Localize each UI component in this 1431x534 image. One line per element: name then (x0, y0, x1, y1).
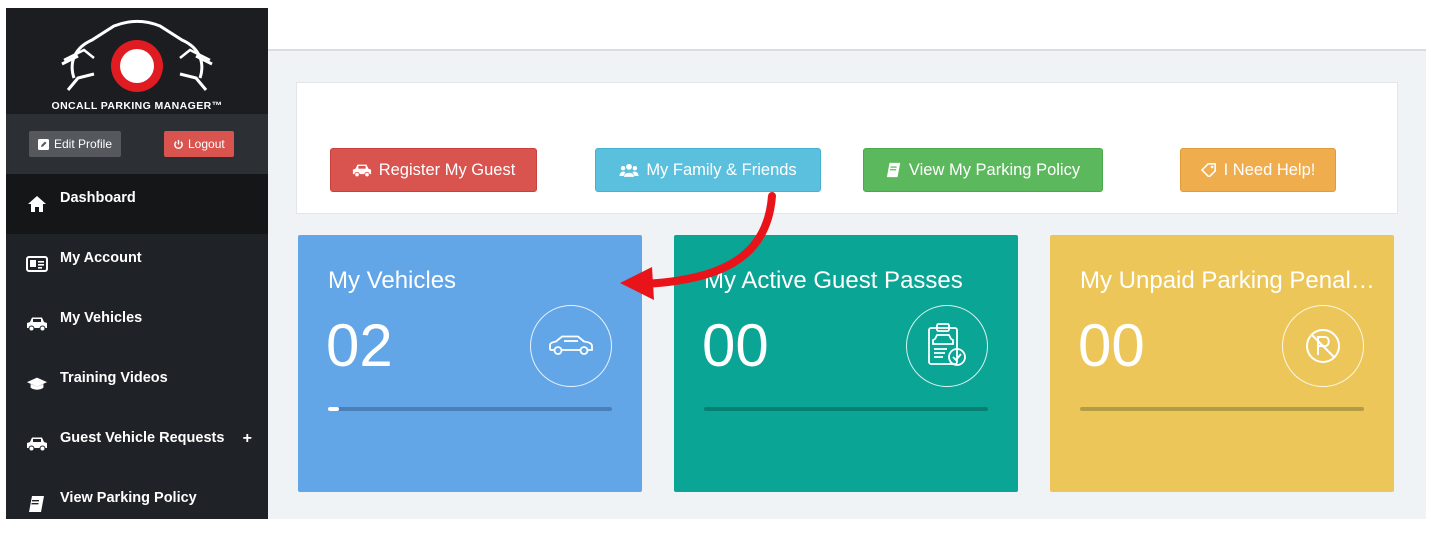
stat-card-active-guest-passes[interactable]: My Active Guest Passes 00 (674, 235, 1018, 492)
sidebar-item-label: My Vehicles (60, 310, 143, 326)
car-icon (26, 313, 48, 335)
edit-profile-button[interactable]: Edit Profile (29, 131, 122, 157)
stat-card-my-vehicles[interactable]: My Vehicles 02 (298, 235, 642, 492)
sidebar-item-label: My Account (60, 250, 142, 266)
progress-bar (1080, 407, 1364, 411)
book-icon (26, 493, 48, 515)
edit-profile-label: Edit Profile (54, 137, 113, 151)
card-count: 00 (1078, 312, 1145, 379)
register-guest-button[interactable]: Register My Guest (330, 148, 537, 192)
car-logo-icon (61, 20, 213, 92)
car-outline-icon (530, 305, 612, 387)
sidebar-item-my-account[interactable]: My Account (6, 234, 268, 294)
sidebar-item-label: Dashboard (60, 190, 136, 206)
family-friends-label: My Family & Friends (646, 160, 797, 179)
sidebar-item-label: View Parking Policy (60, 490, 197, 506)
edit-icon (38, 138, 49, 150)
need-help-button[interactable]: I Need Help! (1180, 148, 1336, 192)
family-friends-button[interactable]: My Family & Friends (595, 148, 821, 192)
expand-plus-icon[interactable]: + (243, 430, 252, 448)
sidebar-item-guest-vehicle-requests[interactable]: Guest Vehicle Requests + (6, 414, 268, 474)
home-icon (26, 193, 48, 215)
card-title: My Active Guest Passes (704, 267, 963, 294)
clipboard-check-icon (906, 305, 988, 387)
page-edge (1426, 0, 1431, 519)
users-icon (619, 163, 639, 177)
logout-label: Logout (188, 137, 225, 151)
car-icon (26, 433, 48, 455)
register-guest-label: Register My Guest (378, 160, 516, 179)
no-parking-icon (1282, 305, 1364, 387)
progress-fill (328, 407, 340, 411)
graduation-cap-icon (26, 373, 48, 395)
card-title: My Unpaid Parking Penalties (1080, 267, 1380, 294)
car-icon (352, 164, 371, 177)
sidebar-item-label: Training Videos (60, 370, 168, 386)
book-icon (886, 162, 901, 178)
progress-bar (704, 407, 988, 411)
brand-name: ONCALL PARKING MANAGER™ (51, 100, 223, 112)
sidebar-item-label: Guest Vehicle Requests (60, 430, 225, 446)
progress-bar (328, 407, 612, 411)
profile-bar: Edit Profile Logout (6, 114, 268, 174)
sidebar-item-my-vehicles[interactable]: My Vehicles (6, 294, 268, 354)
sidebar-item-training-videos[interactable]: Training Videos (6, 354, 268, 414)
logout-button[interactable]: Logout (164, 131, 234, 157)
view-parking-policy-button[interactable]: View My Parking Policy (863, 148, 1103, 192)
sidebar-item-dashboard[interactable]: Dashboard (6, 174, 268, 234)
top-header-bar (268, 8, 1426, 51)
card-title: My Vehicles (328, 267, 457, 294)
stat-card-unpaid-parking-penalties[interactable]: My Unpaid Parking Penalties 00 (1050, 235, 1394, 492)
power-icon (174, 139, 183, 149)
card-count: 02 (326, 312, 393, 379)
card-count: 00 (702, 312, 769, 379)
view-parking-policy-label: View My Parking Policy (908, 160, 1081, 179)
brand-logo: ONCALL PARKING MANAGER™ (6, 8, 268, 114)
need-help-label: I Need Help! (1223, 160, 1316, 179)
sidebar-item-view-parking-policy[interactable]: View Parking Policy (6, 474, 268, 534)
tag-icon (1200, 163, 1216, 177)
sidebar: ONCALL PARKING MANAGER™ Edit Profile Log… (6, 8, 268, 519)
id-card-icon (26, 253, 48, 275)
